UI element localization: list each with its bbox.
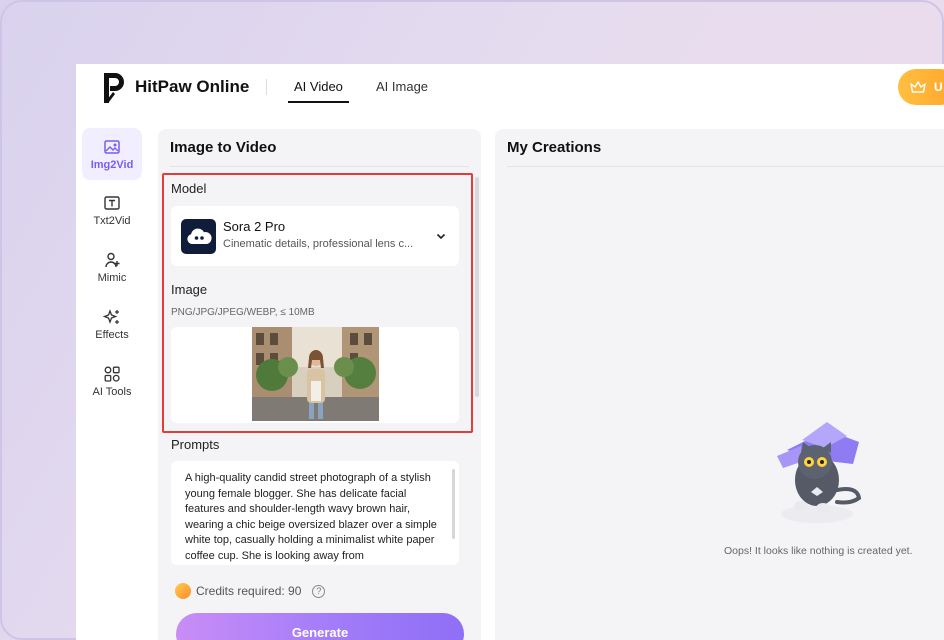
model-description: Cinematic details, professional lens c..…: [223, 238, 414, 250]
tab-ai-image[interactable]: AI Image: [376, 79, 428, 94]
panel-title: My Creations: [507, 139, 602, 156]
sidebar-item-mimic[interactable]: Mimic: [82, 241, 142, 293]
prompts-label: Prompts: [171, 437, 220, 452]
sidebar: Img2Vid Txt2Vid Mimic Effects AI Tools: [76, 128, 148, 628]
chevron-down-icon: [436, 233, 446, 240]
crown-icon: [910, 81, 926, 93]
tab-ai-video[interactable]: AI Video: [288, 79, 349, 103]
sidebar-item-label: AI Tools: [92, 385, 132, 398]
tools-grid-icon: [104, 366, 120, 382]
app-window: HitPaw Online AI Video AI Image U Img2Vi…: [76, 64, 944, 640]
upgrade-button[interactable]: U: [898, 69, 944, 105]
image-icon: [104, 139, 120, 154]
image-to-video-panel: Image to Video Model Sora 2 Pro Cinemati…: [158, 129, 481, 640]
person-plus-icon: [105, 252, 120, 267]
image-label: Image: [171, 282, 208, 297]
prompt-text: A high-quality candid street photograph …: [185, 472, 437, 562]
credits-info: Credits required: 90 ?: [175, 583, 326, 599]
sidebar-item-label: Effects: [95, 328, 129, 341]
help-icon[interactable]: ?: [312, 584, 326, 598]
sidebar-item-effects[interactable]: Effects: [82, 298, 142, 350]
top-header: HitPaw Online AI Video AI Image U: [76, 64, 944, 112]
divider: [170, 166, 469, 167]
brand-name: HitPaw Online: [135, 77, 250, 96]
my-creations-panel: My Creations Oops! It looks like nothing…: [495, 129, 944, 640]
upgrade-label: U: [934, 80, 943, 94]
image-format-hint: PNG/JPG/JPEG/WEBP, ≤ 10MB: [171, 307, 315, 318]
model-label: Model: [171, 181, 207, 196]
empty-cat-box-illustration: [777, 422, 862, 523]
prompt-scrollbar[interactable]: [452, 469, 455, 539]
model-name: Sora 2 Pro: [223, 219, 286, 234]
text-icon: [104, 195, 120, 210]
sidebar-item-img2vid[interactable]: Img2Vid: [82, 128, 142, 180]
panel-title: Image to Video: [170, 139, 277, 156]
credit-coin-icon: [175, 583, 191, 599]
header-divider: [266, 79, 267, 95]
sora-cloud-icon: [181, 219, 216, 254]
empty-state-text: Oops! It looks like nothing is created y…: [724, 545, 913, 557]
image-upload-area[interactable]: [171, 327, 459, 423]
sidebar-item-label: Mimic: [97, 271, 127, 284]
uploaded-photo: [252, 327, 379, 421]
model-select[interactable]: Sora 2 Pro Cinematic details, profession…: [171, 206, 459, 266]
panel-scrollbar[interactable]: [475, 177, 479, 397]
generate-button[interactable]: Generate: [176, 613, 464, 640]
sidebar-item-ai-tools[interactable]: AI Tools: [82, 355, 142, 407]
hitpaw-logo-icon[interactable]: [100, 70, 130, 106]
credits-text: Credits required: 90: [196, 584, 302, 598]
sidebar-item-label: Img2Vid: [90, 158, 134, 171]
sparkle-icon: [103, 308, 119, 324]
sidebar-item-txt2vid[interactable]: Txt2Vid: [82, 184, 142, 236]
prompt-input[interactable]: A high-quality candid street photograph …: [171, 461, 459, 565]
divider: [507, 166, 944, 167]
sidebar-item-label: Txt2Vid: [93, 214, 131, 227]
